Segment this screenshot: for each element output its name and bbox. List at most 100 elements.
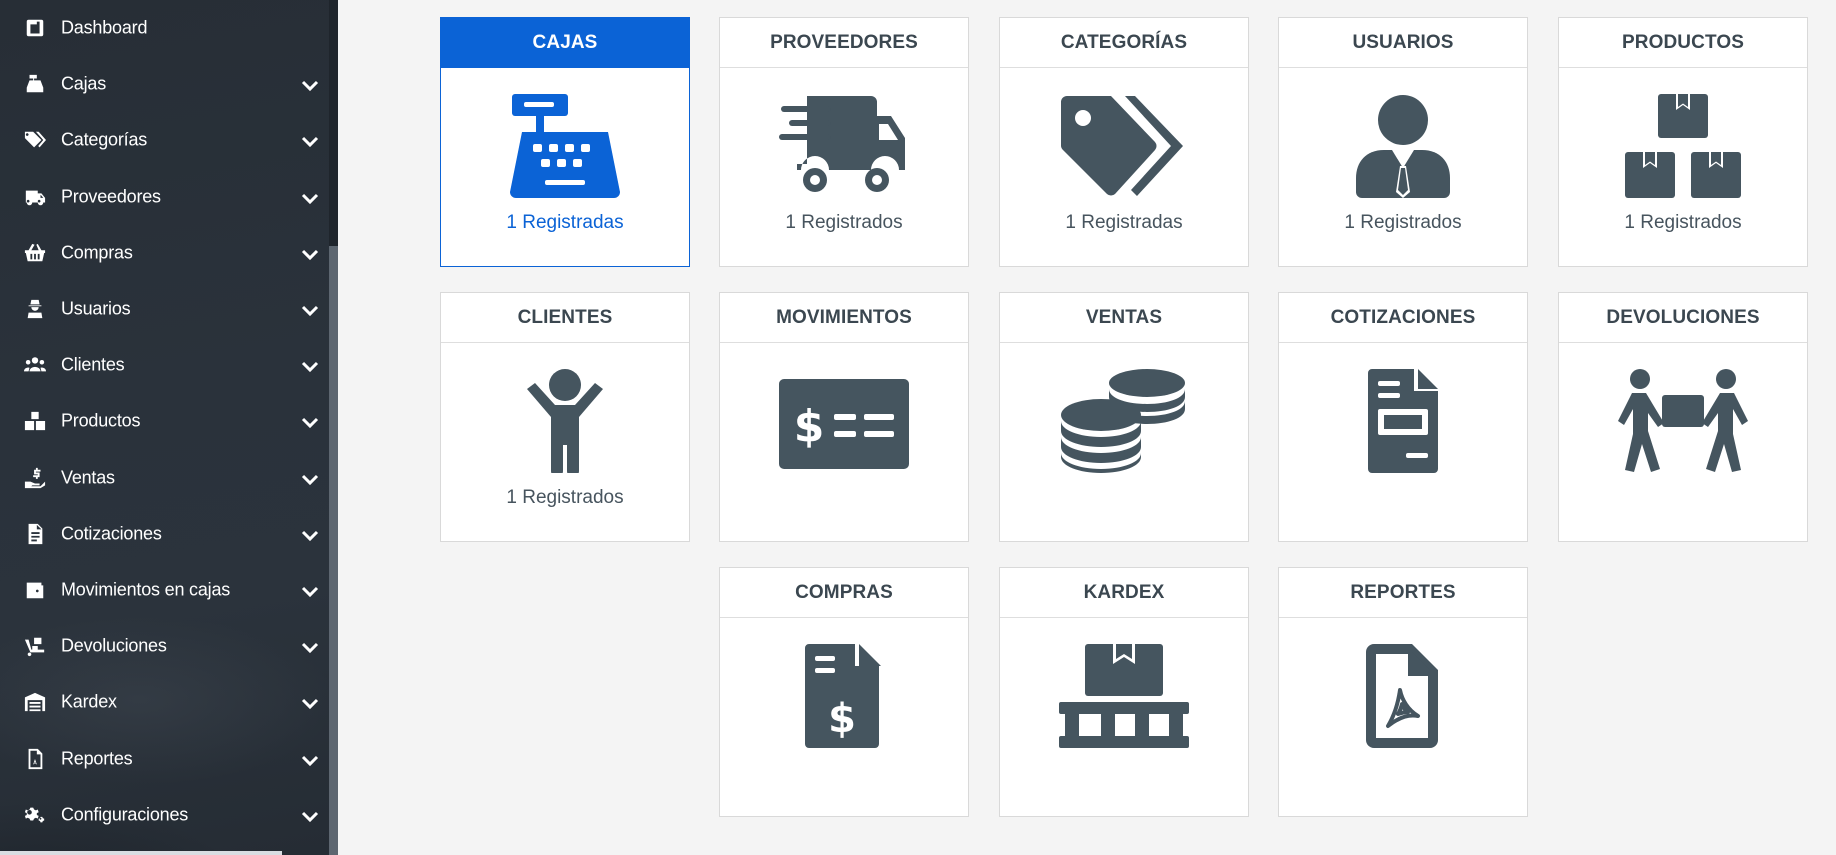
card-compras[interactable]: COMPRAS $ (719, 567, 969, 817)
card-cajas[interactable]: CAJAS 1 Registradas (440, 17, 690, 267)
card-count: 1 Registrados (785, 212, 903, 233)
card-count: 1 Registrados (506, 487, 624, 508)
chevron-down-icon[interactable] (300, 695, 320, 710)
sidebar-item-clientes[interactable]: Clientes (0, 337, 338, 393)
boxes-icon (22, 410, 48, 432)
card-proveedores[interactable]: PROVEEDORES 1 Registrados (719, 17, 969, 267)
sidebar-menu: Dashboard Cajas Categorías Proveedores C… (0, 0, 338, 843)
file-pdf-icon (22, 748, 48, 770)
cash-register-icon (22, 73, 48, 95)
sidebar-item-compras[interactable]: Compras (0, 225, 338, 281)
truck-fast-icon (779, 94, 909, 198)
card-clientes[interactable]: CLIENTES 1 Registrados (440, 292, 690, 542)
card-productos[interactable]: PRODUCTOS 1 Registrados (1558, 17, 1808, 267)
sidebar-bottom-divider (0, 851, 282, 855)
sidebar-item-label: Configuraciones (61, 804, 189, 825)
card-categorias[interactable]: CATEGORÍAS 1 Registradas (999, 17, 1249, 267)
sidebar-item-configuraciones[interactable]: Configuraciones (0, 787, 338, 843)
wallet-icon (22, 579, 48, 601)
cogs-icon (22, 804, 48, 826)
card-title: DEVOLUCIONES (1559, 293, 1807, 343)
sidebar-scrollbar-track[interactable] (329, 0, 338, 246)
sidebar-scrollbar-thumb[interactable] (329, 246, 338, 855)
warehouse-icon (22, 691, 48, 713)
card-cotizaciones[interactable]: COTIZACIONES (1278, 292, 1528, 542)
card-title: REPORTES (1279, 568, 1527, 618)
chevron-down-icon[interactable] (300, 302, 320, 317)
pallet-icon (1059, 644, 1189, 748)
svg-text:$: $ (794, 401, 825, 452)
sidebar-item-categorias[interactable]: Categorías (0, 112, 338, 168)
chevron-down-icon[interactable] (300, 527, 320, 541)
sidebar-item-label: Reportes (61, 748, 133, 769)
sidebar-item-label: Devoluciones (61, 635, 167, 656)
card-title: PRODUCTOS (1559, 18, 1807, 68)
sidebar-item-cotizaciones[interactable]: Cotizaciones (0, 506, 338, 562)
card-title: USUARIOS (1279, 18, 1527, 68)
sidebar-item-cajas[interactable]: Cajas (0, 56, 338, 112)
card-usuarios[interactable]: USUARIOS 1 Registrados (1278, 17, 1528, 267)
users-icon (22, 354, 48, 376)
card-ventas[interactable]: VENTAS (999, 292, 1249, 542)
user-secret-icon (22, 298, 48, 320)
sidebar-item-productos[interactable]: Productos (0, 393, 338, 449)
sidebar-item-label: Movimientos en cajas (61, 579, 231, 600)
card-title: KARDEX (1000, 568, 1248, 618)
chevron-down-icon[interactable] (300, 583, 320, 598)
card-title: COMPRAS (720, 568, 968, 618)
sidebar-item-label: Kardex (61, 691, 117, 712)
sidebar-item-label: Usuarios (61, 298, 131, 319)
dashboard-icon (22, 17, 48, 39)
sidebar-item-label: Categorías (61, 129, 148, 150)
file-invoice-icon (1338, 369, 1468, 473)
chevron-down-icon[interactable] (300, 77, 320, 92)
basket-icon (22, 242, 48, 264)
chevron-down-icon[interactable] (300, 639, 320, 654)
sidebar-item-ventas[interactable]: Ventas (0, 450, 338, 506)
sidebar: Dashboard Cajas Categorías Proveedores C… (0, 0, 338, 855)
card-title: CAJAS (441, 18, 689, 68)
money-check-icon: $ (779, 369, 909, 473)
chevron-down-icon[interactable] (300, 190, 320, 204)
cash-register-icon (500, 94, 630, 198)
card-title: MOVIMIENTOS (720, 293, 968, 343)
sidebar-item-reportes[interactable]: Reportes (0, 730, 338, 786)
chevron-down-icon[interactable] (300, 414, 320, 429)
sidebar-item-label: Cajas (61, 73, 107, 94)
sidebar-item-label: Clientes (61, 354, 125, 375)
file-pdf-icon (1338, 644, 1468, 748)
svg-text:$: $ (828, 696, 856, 742)
file-invoice-dollar-icon: $ (779, 644, 909, 748)
sidebar-item-proveedores[interactable]: Proveedores (0, 169, 338, 225)
sidebar-item-usuarios[interactable]: Usuarios (0, 281, 338, 337)
card-title: CATEGORÍAS (1000, 18, 1248, 68)
user-tie-icon (1338, 94, 1468, 198)
sidebar-item-devoluciones[interactable]: Devoluciones (0, 618, 338, 674)
card-count: 1 Registrados (1344, 212, 1462, 233)
sidebar-item-dashboard[interactable]: Dashboard (0, 0, 338, 56)
card-count: 1 Registradas (1065, 212, 1183, 233)
card-reportes[interactable]: REPORTES (1278, 567, 1528, 817)
card-title: PROVEEDORES (720, 18, 968, 68)
chevron-down-icon[interactable] (300, 246, 320, 260)
chevron-down-icon[interactable] (300, 808, 320, 822)
card-kardex[interactable]: KARDEX (999, 567, 1249, 817)
chevron-down-icon[interactable] (300, 358, 320, 373)
sidebar-item-label: Cotizaciones (61, 523, 162, 544)
hand-dollar-icon (22, 467, 48, 489)
truck-icon (22, 186, 48, 208)
card-movimientos[interactable]: MOVIMIENTOS $ (719, 292, 969, 542)
sidebar-item-kardex[interactable]: Kardex (0, 674, 338, 730)
chevron-down-icon[interactable] (300, 752, 320, 766)
child-icon (500, 369, 630, 473)
chevron-down-icon[interactable] (300, 133, 320, 148)
sidebar-item-label: Proveedores (61, 186, 161, 207)
sidebar-item-label: Dashboard (61, 17, 148, 38)
card-count: 1 Registrados (1624, 212, 1742, 233)
chevron-down-icon[interactable] (300, 471, 320, 485)
tags-icon (1059, 94, 1189, 198)
card-count: 1 Registradas (506, 212, 624, 233)
sidebar-item-movimientos-en-cajas[interactable]: Movimientos en cajas (0, 562, 338, 618)
sidebar-item-label: Ventas (61, 467, 115, 488)
card-devoluciones[interactable]: DEVOLUCIONES (1558, 292, 1808, 542)
